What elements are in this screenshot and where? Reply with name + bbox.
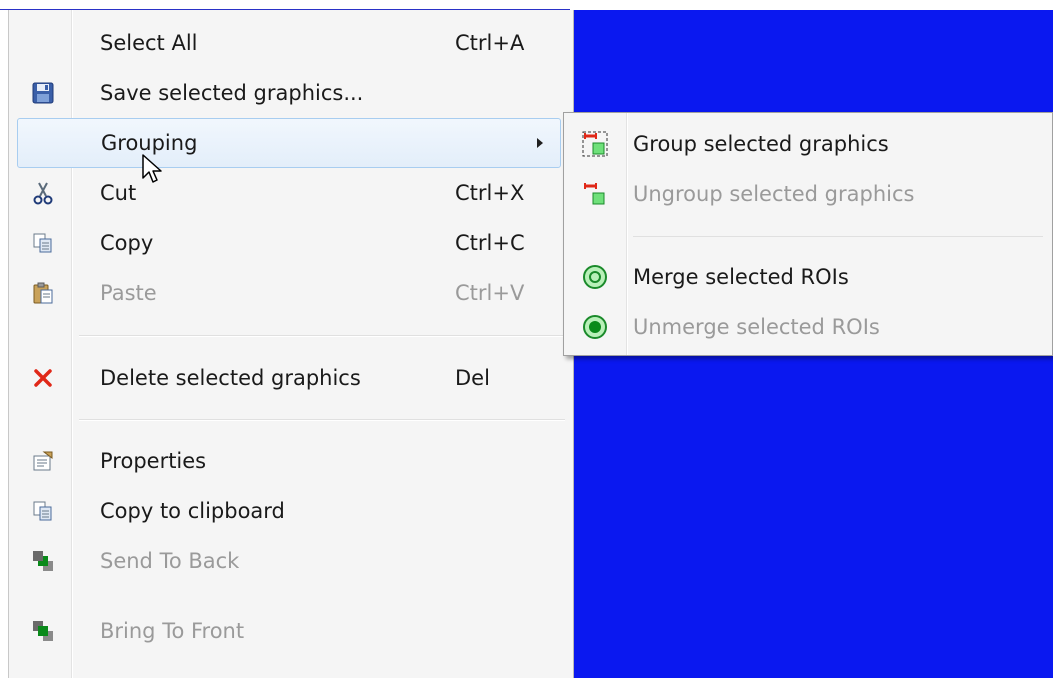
menu-item-label: Cut <box>100 181 137 205</box>
menu-separator <box>79 419 565 421</box>
bring-to-front-icon <box>31 619 55 643</box>
menu-item-shortcut: Ctrl+A <box>455 31 525 55</box>
submenu-item-label: Ungroup selected graphics <box>633 182 915 206</box>
menu-item-copy[interactable]: Copy Ctrl+C <box>9 218 573 268</box>
group-icon <box>582 131 608 157</box>
submenu-arrow-icon <box>537 138 543 148</box>
menu-item-label: Save selected graphics... <box>100 81 364 105</box>
submenu-item-label: Unmerge selected ROIs <box>633 315 880 339</box>
menu-item-label: Bring To Front <box>100 619 245 643</box>
copy-icon <box>31 499 55 523</box>
submenu-item-unmerge-selected-rois[interactable]: Unmerge selected ROIs <box>564 302 1052 352</box>
paste-icon <box>31 281 55 305</box>
submenu-separator <box>633 236 1043 237</box>
context-menu: Select All Ctrl+A Save selected graphics… <box>8 10 574 678</box>
submenu-item-label: Merge selected ROIs <box>633 265 849 289</box>
menu-item-label: Copy <box>100 231 154 255</box>
copy-icon <box>31 231 55 255</box>
menu-item-grouping[interactable]: Grouping <box>17 118 561 168</box>
menu-item-shortcut: Ctrl+C <box>455 231 525 255</box>
mouse-pointer-icon <box>142 154 162 183</box>
menu-item-cut[interactable]: Cut Ctrl+X <box>9 168 573 218</box>
menu-item-bring-to-front[interactable]: Bring To Front <box>9 606 573 656</box>
submenu-item-ungroup-selected-graphics[interactable]: Ungroup selected graphics <box>564 169 1052 219</box>
send-to-back-icon <box>31 549 55 573</box>
submenu-item-merge-selected-rois[interactable]: Merge selected ROIs <box>564 252 1052 302</box>
unmerge-roi-icon <box>582 314 608 340</box>
save-icon <box>31 81 55 105</box>
merge-roi-icon <box>582 264 608 290</box>
menu-item-label: Paste <box>100 281 157 305</box>
menu-item-select-all[interactable]: Select All Ctrl+A <box>9 18 573 68</box>
submenu-item-group-selected-graphics[interactable]: Group selected graphics <box>564 119 1052 169</box>
menu-item-label: Select All <box>100 31 198 55</box>
menu-item-label: Delete selected graphics <box>100 366 361 390</box>
menu-item-label: Properties <box>100 449 207 473</box>
menu-item-send-to-back[interactable]: Send To Back <box>9 536 573 586</box>
submenu-item-label: Group selected graphics <box>633 132 889 156</box>
menu-item-label: Copy to clipboard <box>100 499 285 523</box>
menu-item-delete-selected-graphics[interactable]: Delete selected graphics Del <box>9 353 573 403</box>
grouping-submenu: Group selected graphics Ungroup selected… <box>563 112 1053 356</box>
menu-item-save-selected-graphics[interactable]: Save selected graphics... <box>9 68 573 118</box>
ungroup-icon <box>582 181 608 207</box>
menu-item-label: Grouping <box>101 131 198 155</box>
menu-separator <box>79 335 565 337</box>
menu-item-paste[interactable]: Paste Ctrl+V <box>9 268 573 318</box>
menu-item-properties[interactable]: Properties <box>9 436 573 486</box>
menu-item-copy-to-clipboard[interactable]: Copy to clipboard <box>9 486 573 536</box>
delete-x-icon <box>31 366 55 390</box>
scissors-icon <box>31 181 55 205</box>
menu-item-label: Send To Back <box>100 549 240 573</box>
properties-icon <box>31 449 55 473</box>
menu-item-shortcut: Ctrl+V <box>455 281 525 305</box>
menu-item-shortcut: Ctrl+X <box>455 181 525 205</box>
menu-item-shortcut: Del <box>455 366 490 390</box>
